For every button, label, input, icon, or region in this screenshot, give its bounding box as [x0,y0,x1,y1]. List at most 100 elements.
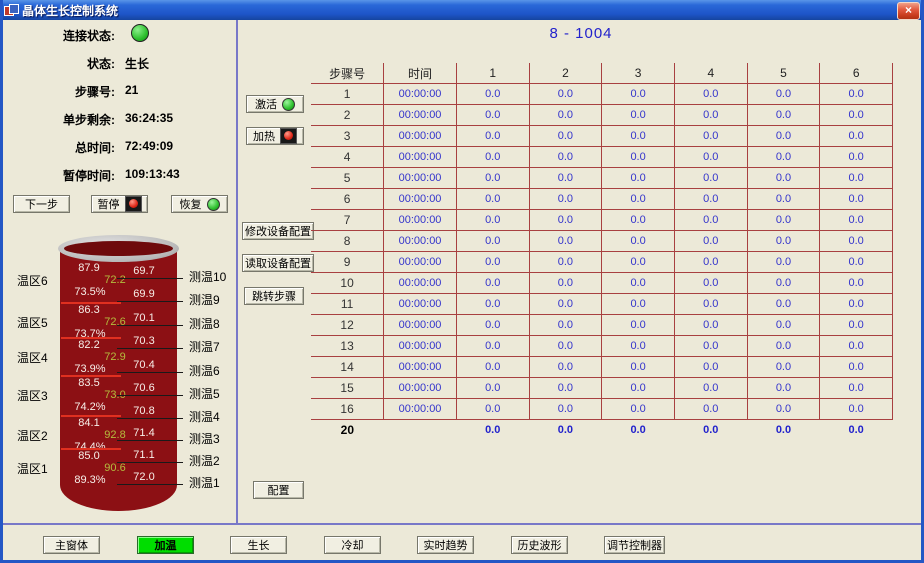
value-cell: 0.0 [529,210,602,231]
zone-separator-line [61,375,121,377]
value-cell: 0.0 [820,378,893,399]
zone-power-value: 85.0 [71,450,107,462]
value-cell: 0.0 [674,168,747,189]
value-cell: 0.0 [529,231,602,252]
control-button-1[interactable]: 下一步 [13,195,70,213]
step-cell: 4 [311,147,384,168]
value-cell: 0.0 [674,84,747,105]
column-header: 4 [674,63,747,84]
bottom-button-6[interactable]: 历史波形 [511,536,568,554]
green-led-icon [282,98,295,111]
table-row: 400:00:000.00.00.00.00.00.0 [311,147,893,168]
zone-percent-value: 73.5% [69,286,111,298]
value-cell: 0.0 [456,231,529,252]
zone-separator-line [61,415,121,417]
column-header: 2 [529,63,602,84]
value-cell: 0.0 [456,378,529,399]
value-cell: 0.0 [602,294,675,315]
value-cell: 0.0 [602,357,675,378]
side-button-label: 加热 [253,128,275,144]
furnace-rim [58,235,179,262]
measure-label: 测温3 [189,430,235,447]
bottom-button-5[interactable]: 实时趋势 [417,536,474,554]
value-cell: 0.0 [602,210,675,231]
control-button-3[interactable]: 恢复 [171,195,228,213]
value-cell: 0.0 [674,147,747,168]
table-row: 1200:00:000.00.00.00.00.00.0 [311,315,893,336]
measure-pointer-line [117,484,183,485]
control-button-2[interactable]: 暂停 [91,195,148,213]
side-button-2[interactable]: 加热 [246,127,304,145]
status-value: 生长 [125,55,149,72]
column-header: 时间 [384,63,457,84]
value-cell: 0.0 [820,105,893,126]
bottom-button-2[interactable]: 加温 [137,536,194,554]
measure-pointer-line [117,395,183,396]
table-row: 800:00:000.00.00.00.00.00.0 [311,231,893,252]
config-button[interactable]: 配置 [253,481,304,499]
bottom-button-label: 历史波形 [518,537,562,553]
side-button-5[interactable]: 跳转步骤 [244,287,304,305]
value-cell: 0.0 [820,294,893,315]
measure-value: 70.6 [125,382,163,394]
bottom-button-label: 生长 [248,537,270,553]
value-cell: 0.0 [529,420,602,441]
measure-pointer-line [117,301,183,302]
status-value: 72:49:09 [125,139,173,153]
zone-power-value: 86.3 [71,304,107,316]
table-row: 100:00:000.00.00.00.00.00.0 [311,84,893,105]
bottom-button-1[interactable]: 主窗体 [43,536,100,554]
status-label: 单步剩余: [9,111,115,128]
measure-pointer-line [117,348,183,349]
step-cell: 13 [311,336,384,357]
status-row: 单步剩余:36:24:35 [3,111,233,125]
bottom-button-3[interactable]: 生长 [230,536,287,554]
value-cell: 0.0 [747,273,820,294]
value-cell: 0.0 [602,273,675,294]
status-label: 连接状态: [9,27,115,44]
side-button-1[interactable]: 激活 [246,95,304,113]
measure-pointer-line [117,372,183,373]
status-value: 21 [125,83,138,97]
step-cell: 1 [311,84,384,105]
value-cell: 0.0 [456,336,529,357]
bottom-button-label: 主窗体 [55,537,88,553]
status-row: 步骤号:21 [3,83,233,97]
value-cell: 0.0 [529,147,602,168]
red-led-icon [280,128,297,144]
value-cell: 0.0 [529,126,602,147]
zone-percent-value: 74.2% [69,401,111,413]
side-button-4[interactable]: 读取设备配置 [242,254,314,272]
measure-label: 测温7 [189,338,235,355]
table-row: 1100:00:000.00.00.00.00.00.0 [311,294,893,315]
step-cell: 11 [311,294,384,315]
time-cell: 00:00:00 [384,399,457,420]
value-cell: 0.0 [820,210,893,231]
table-row: 500:00:000.00.00.00.00.00.0 [311,168,893,189]
value-cell: 0.0 [820,336,893,357]
value-cell: 0.0 [674,252,747,273]
time-cell: 00:00:00 [384,210,457,231]
bottom-button-7[interactable]: 调节控制器 [604,536,665,554]
time-cell: 00:00:00 [384,105,457,126]
measure-pointer-line [117,418,183,419]
value-cell: 0.0 [602,315,675,336]
value-cell: 0.0 [456,168,529,189]
value-cell: 0.0 [456,315,529,336]
value-cell: 0.0 [674,126,747,147]
value-cell: 0.0 [602,84,675,105]
value-cell: 0.0 [747,231,820,252]
side-button-label: 修改设备配置 [245,223,311,239]
bottom-button-4[interactable]: 冷却 [324,536,381,554]
side-button-3[interactable]: 修改设备配置 [242,222,314,240]
close-icon[interactable]: × [897,2,920,20]
value-cell: 0.0 [674,378,747,399]
value-cell: 0.0 [529,84,602,105]
value-cell: 0.0 [747,189,820,210]
column-header: 3 [602,63,675,84]
value-cell: 0.0 [747,315,820,336]
zone-power-value: 82.2 [71,339,107,351]
step-cell: 15 [311,378,384,399]
value-cell: 0.0 [820,189,893,210]
step-cell: 14 [311,357,384,378]
